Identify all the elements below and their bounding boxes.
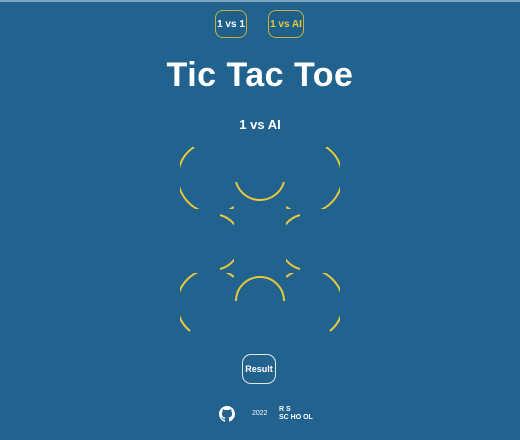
board-cell[interactable]	[286, 273, 340, 335]
board-cell[interactable]	[286, 211, 340, 273]
page-title: Tic Tac Toe	[166, 56, 354, 94]
current-mode-label: 1 vs AI	[239, 117, 281, 132]
board-cell[interactable]	[180, 147, 234, 209]
school-logo-top: R S	[279, 406, 291, 413]
github-icon[interactable]	[219, 406, 235, 422]
board-cell[interactable]	[233, 147, 287, 209]
school-logo-bottom: SC HO OL	[279, 414, 313, 421]
board-cell[interactable]	[180, 211, 234, 273]
mode-ai-button[interactable]: 1 vs AI	[268, 10, 304, 38]
mode-1v1-button[interactable]: 1 vs 1	[215, 10, 247, 38]
game-board	[180, 147, 340, 337]
footer-year: 2022	[252, 410, 268, 417]
board-cell[interactable]	[180, 273, 234, 335]
board-cell[interactable]	[233, 273, 287, 335]
top-strip	[0, 0, 520, 2]
footer: 2022 R S SC HO OL	[0, 404, 520, 426]
board-cell[interactable]	[233, 211, 287, 273]
school-logo[interactable]: R S SC HO OL	[279, 406, 313, 424]
board-cell[interactable]	[286, 147, 340, 209]
result-button[interactable]: Result	[242, 354, 276, 384]
